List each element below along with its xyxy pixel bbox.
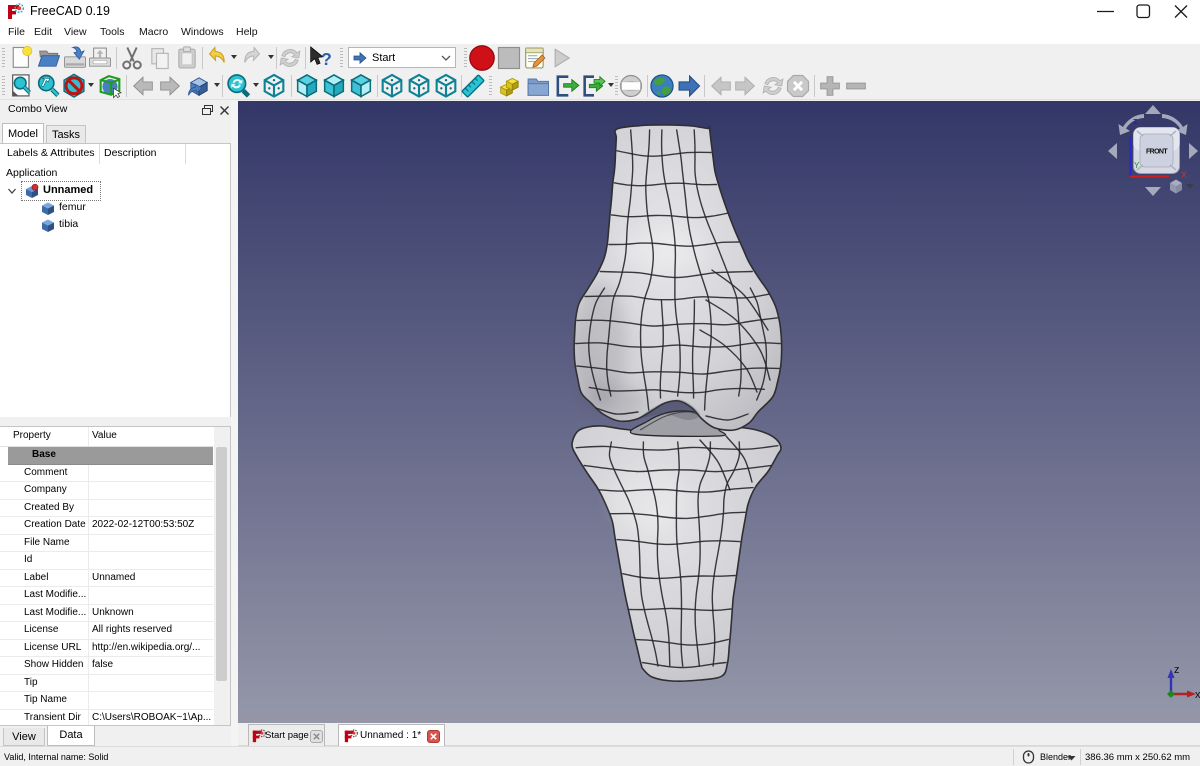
svg-text:z: z: [1133, 116, 1138, 126]
svg-text:FRONT: FRONT: [1146, 149, 1168, 156]
svg-text:?: ?: [321, 49, 332, 69]
svg-text:x: x: [1195, 689, 1200, 701]
svg-text:z: z: [1174, 664, 1180, 676]
svg-text:Y: Y: [1134, 161, 1140, 170]
svg-text:X: X: [1181, 170, 1187, 180]
